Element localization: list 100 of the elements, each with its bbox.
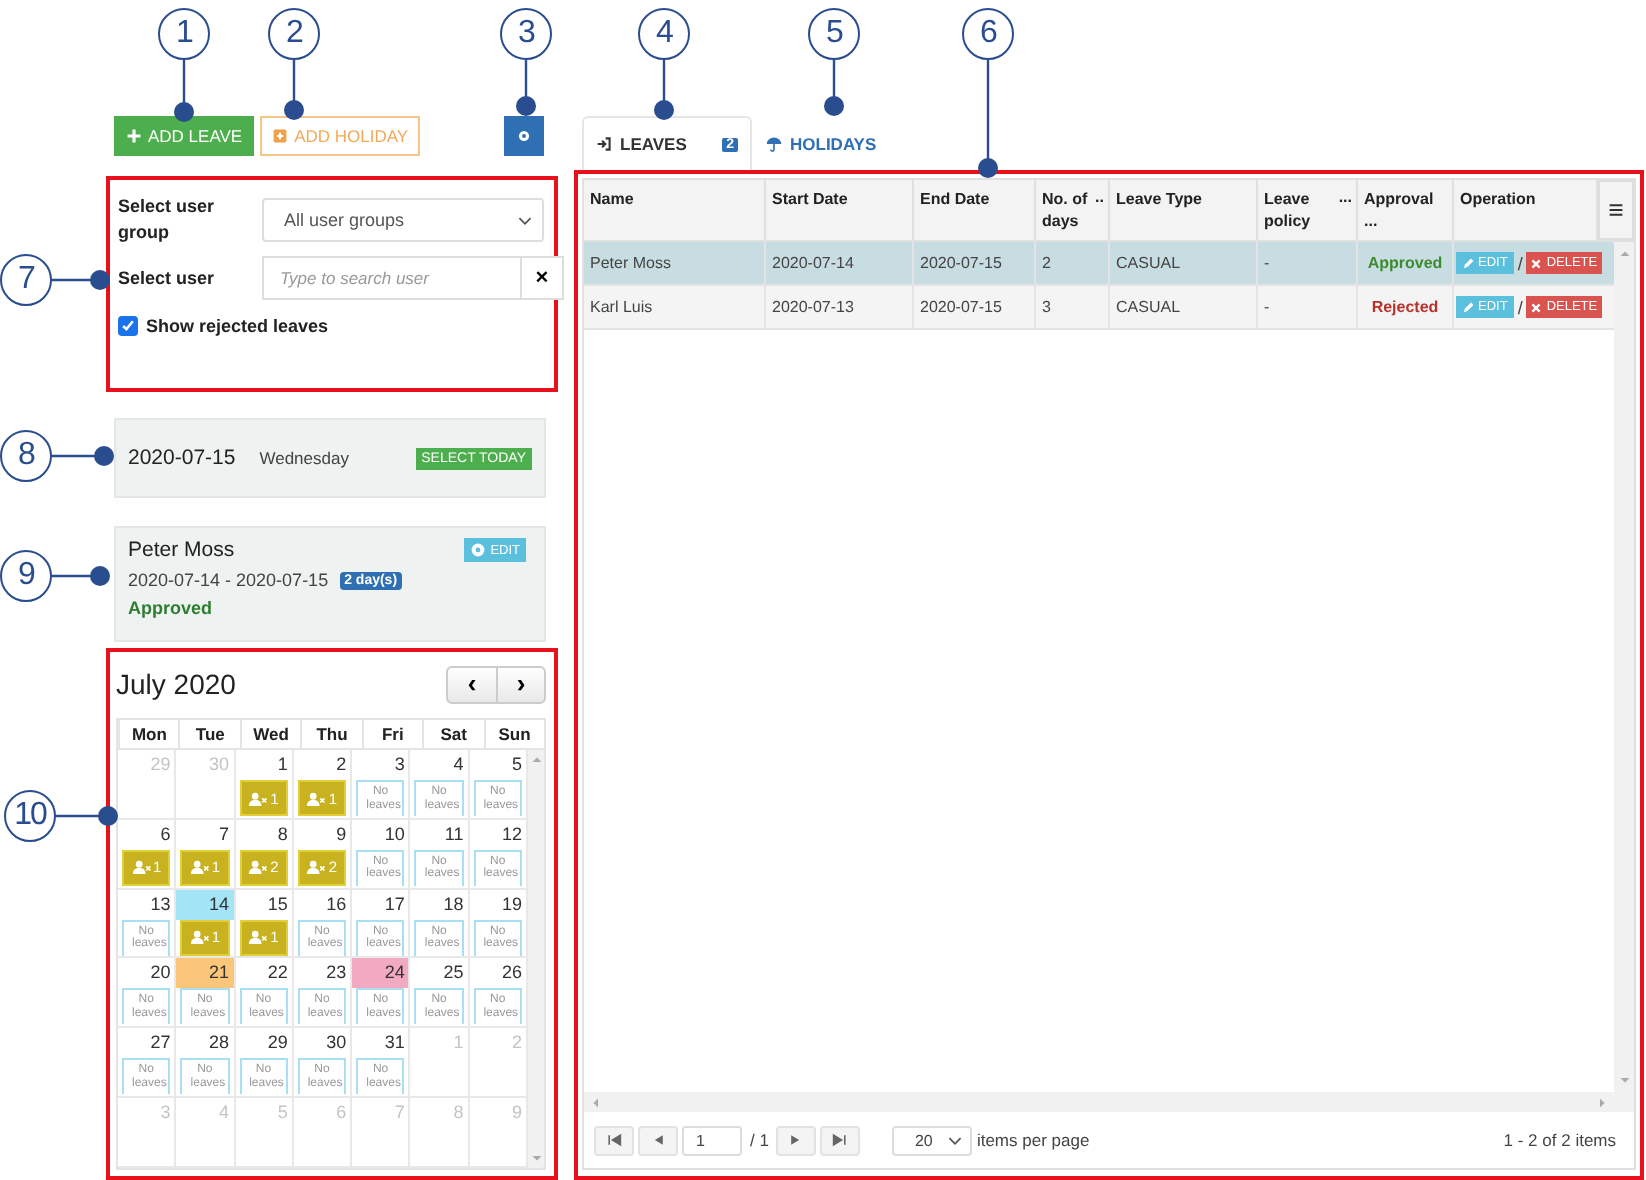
- scroll-left-icon[interactable]: [592, 1097, 598, 1107]
- user-search-field[interactable]: Type to search user: [262, 256, 520, 300]
- first-page-button[interactable]: [594, 1125, 634, 1155]
- day-number: 12: [501, 821, 524, 846]
- table-cell: 2020-07-15: [914, 242, 1036, 284]
- day-number: 9: [511, 1100, 524, 1125]
- weekday-header: Sun: [483, 720, 544, 748]
- first-page-icon: [606, 1132, 622, 1148]
- callout-number: 1: [158, 8, 210, 60]
- next-page-button[interactable]: [776, 1125, 817, 1155]
- day-number: 30: [326, 1030, 349, 1055]
- callout-number: 7: [0, 254, 52, 306]
- previous-month-button[interactable]: ‹: [448, 667, 496, 701]
- scroll-right-icon[interactable]: [1600, 1097, 1606, 1107]
- items-summary: 1 - 2 of 2 items: [1503, 1130, 1616, 1150]
- day-number: 17: [384, 891, 407, 916]
- scroll-down-icon[interactable]: [531, 1156, 541, 1162]
- column-header[interactable]: Leave Type: [1110, 180, 1258, 240]
- day-number: 24: [384, 960, 407, 985]
- day-number: 4: [219, 1100, 232, 1125]
- column-header[interactable]: End Date: [914, 180, 1036, 240]
- items-per-page-label: items per page: [976, 1130, 1090, 1150]
- scroll-up-icon[interactable]: [1619, 250, 1629, 256]
- day-number: 21: [209, 960, 232, 985]
- scrollbar[interactable]: [528, 750, 544, 1168]
- last-page-button[interactable]: [820, 1125, 861, 1155]
- page-size-select[interactable]: 20: [892, 1125, 973, 1155]
- previous-page-button[interactable]: [638, 1125, 678, 1155]
- column-header[interactable]: Leave policy ...: [1258, 180, 1358, 240]
- leader-line: [654, 60, 674, 120]
- callout-number: 10: [4, 790, 56, 842]
- leader-line: [50, 566, 110, 586]
- day-number: 13: [150, 891, 173, 916]
- user-remove-icon: [306, 791, 327, 805]
- table-cell: CASUAL: [1110, 286, 1258, 328]
- plus-square-icon: [272, 128, 289, 144]
- tab[interactable]: HOLIDAYS: [752, 116, 891, 170]
- table-cell: 2: [1036, 242, 1110, 284]
- scroll-up-icon[interactable]: [531, 756, 541, 762]
- table-cell: 2020-07-14: [766, 242, 914, 284]
- separator-text: /: [1517, 253, 1523, 273]
- table-cell: Karl Luis: [584, 286, 766, 328]
- callout-number: 6: [962, 8, 1014, 60]
- settings-icon: [516, 128, 532, 144]
- day-number: 23: [326, 960, 349, 985]
- day-number: 14: [209, 891, 232, 916]
- close-icon: [1530, 301, 1543, 313]
- next-month-button[interactable]: ›: [496, 667, 544, 701]
- table-cell: -: [1258, 286, 1358, 328]
- day-number: 16: [326, 891, 349, 916]
- checkbox[interactable]: [118, 316, 138, 336]
- approval-status: Approved: [1358, 242, 1454, 284]
- leader-line: [174, 60, 194, 122]
- scrollbar[interactable]: [584, 1092, 1634, 1112]
- day-number: 15: [267, 891, 290, 916]
- weekday-text: Wednesday: [259, 448, 349, 468]
- user-group-select[interactable]: All user groups: [262, 198, 544, 242]
- day-number: 25: [443, 960, 466, 985]
- user-remove-icon: [189, 860, 210, 875]
- pencil-icon: [1462, 257, 1474, 269]
- table-cell: Peter Moss: [584, 242, 766, 284]
- user-remove-icon: [306, 860, 327, 875]
- clear-button[interactable]: ×: [520, 256, 564, 300]
- callout-number: 8: [0, 430, 52, 482]
- day-number: 2: [511, 1030, 524, 1055]
- scroll-down-icon[interactable]: [1619, 1078, 1629, 1084]
- day-number: 19: [501, 891, 524, 916]
- settings-button[interactable]: [504, 116, 544, 156]
- day-number: 8: [453, 1100, 466, 1125]
- day-number: 1: [453, 1030, 466, 1055]
- weekday-header: Tue: [178, 720, 240, 748]
- date-text: 2020-07-15: [128, 446, 236, 470]
- column-header[interactable]: Approval ...: [1358, 180, 1454, 240]
- day-number: 29: [150, 752, 173, 776]
- pencil-icon: [1462, 301, 1474, 313]
- triangle-left-icon: [650, 1132, 666, 1148]
- column-header[interactable]: No. of days ..: [1036, 180, 1110, 240]
- status-text: Approved: [128, 598, 215, 618]
- weekday-header: Fri: [361, 720, 423, 748]
- leader-line: [50, 270, 110, 290]
- leader-line: [516, 60, 536, 116]
- close-icon: [1530, 257, 1543, 269]
- column-header[interactable]: Name: [584, 180, 766, 240]
- weekday-header: Sat: [422, 720, 484, 748]
- user-remove-icon: [248, 860, 269, 875]
- day-number: 4: [453, 752, 466, 776]
- day-number: 9: [336, 821, 349, 846]
- day-number: 2: [336, 752, 349, 776]
- day-number: 7: [394, 1100, 407, 1125]
- caret-icon: [518, 215, 532, 225]
- column-menu-button[interactable]: [1598, 180, 1634, 240]
- day-number: 31: [384, 1030, 407, 1055]
- day-number: 22: [267, 960, 290, 985]
- column-header[interactable]: Start Date: [766, 180, 914, 240]
- day-number: 28: [209, 1030, 232, 1055]
- scrollbar[interactable]: [1614, 242, 1634, 1092]
- leader-line: [50, 446, 114, 466]
- page-field[interactable]: 1: [682, 1125, 742, 1155]
- day-number: 3: [160, 1100, 173, 1125]
- plus-icon: [126, 128, 142, 144]
